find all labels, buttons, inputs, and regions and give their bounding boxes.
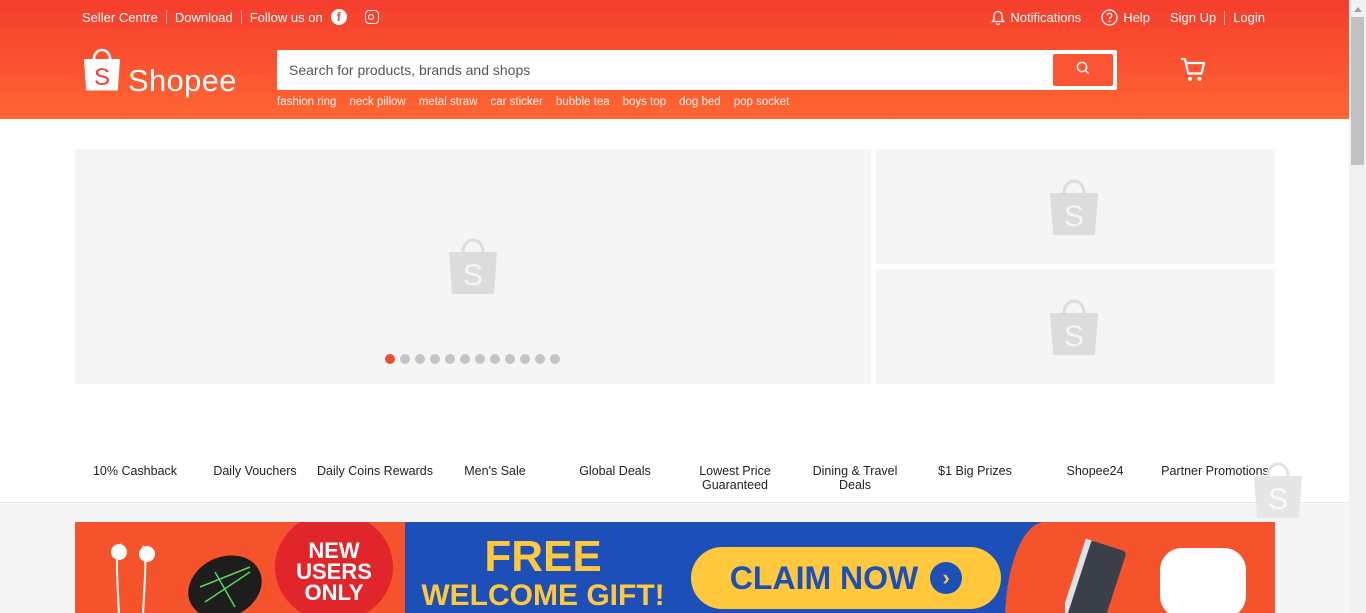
vertical-scrollbar[interactable] — [1349, 0, 1366, 613]
carousel-dot[interactable] — [490, 354, 500, 364]
notifications-link[interactable]: Notifications — [991, 10, 1081, 26]
quick-link-daily-coins[interactable]: Daily Coins Rewards — [315, 464, 435, 502]
new-users-badge: NEW USERS ONLY — [275, 522, 393, 613]
shopee-bag-icon: S — [446, 235, 500, 302]
divider — [240, 10, 242, 24]
help-label: Help — [1123, 10, 1150, 25]
svg-text:S: S — [94, 64, 110, 91]
carousel-dot[interactable] — [430, 354, 440, 364]
divider — [165, 10, 167, 24]
search-suggestion[interactable]: neck pillow — [349, 96, 405, 108]
follow-us-label: Follow us on — [249, 9, 323, 25]
facebook-icon[interactable]: f — [330, 9, 347, 25]
topbar-left: Seller Centre Download Follow us on f — [82, 9, 379, 25]
quick-link-cashback[interactable]: 10% Cashback — [75, 464, 195, 502]
search-button[interactable] — [1053, 54, 1113, 86]
login-link[interactable]: Login — [1233, 10, 1265, 25]
badge-line: USERS — [296, 558, 372, 584]
carousel-dots — [385, 354, 565, 364]
carousel-dot[interactable] — [400, 354, 410, 364]
search-suggestion[interactable]: pop socket — [734, 96, 790, 108]
shopee-logo[interactable]: S Shopee — [82, 47, 237, 98]
quick-link-global-deals[interactable]: Global Deals — [555, 464, 675, 502]
download-link[interactable]: Download — [175, 10, 233, 25]
earbuds-case-icon — [1157, 542, 1249, 613]
notifications-label: Notifications — [1010, 10, 1082, 25]
search-suggestions: fashion ring neck pillow metal straw car… — [277, 96, 802, 108]
quick-link-mens-sale[interactable]: Men's Sale — [435, 464, 555, 502]
topbar-right: Notifications Help Sign Up Login — [991, 9, 1265, 26]
seller-centre-link[interactable]: Seller Centre — [82, 10, 158, 25]
badge-line: ONLY — [304, 579, 364, 605]
new-user-promo-banner[interactable]: NEW USERS ONLY FREE WELCOME GIFT! CLAIM … — [75, 522, 1275, 613]
earphones-icon — [103, 534, 163, 613]
carousel-dot[interactable] — [505, 354, 515, 364]
carousel-dot[interactable] — [550, 354, 560, 364]
shopee-bag-icon: S — [1047, 176, 1101, 243]
claim-now-button[interactable]: CLAIM NOW › — [691, 547, 1001, 609]
scrollbar-thumb[interactable] — [1351, 17, 1364, 165]
chevron-right-icon: › — [930, 562, 963, 594]
quick-link-dining-travel[interactable]: Dining & Travel Deals — [795, 464, 915, 502]
search-input[interactable] — [277, 50, 1047, 90]
svg-text:S: S — [463, 259, 483, 292]
quick-links: 10% Cashback Daily Vouchers Daily Coins … — [75, 464, 1275, 502]
quick-link-big-prizes[interactable]: $1 Big Prizes — [915, 464, 1035, 502]
search-suggestion[interactable]: fashion ring — [277, 96, 336, 108]
svg-text:S: S — [1268, 483, 1288, 516]
search-suggestion[interactable]: dog bed — [679, 96, 721, 108]
carousel-dot[interactable] — [415, 354, 425, 364]
divider — [0, 502, 1349, 503]
shopee-bag-icon: S — [82, 47, 122, 98]
carousel-dot[interactable] — [520, 354, 530, 364]
cart-button[interactable] — [1180, 57, 1206, 88]
shopee-bag-icon: S — [1047, 296, 1101, 363]
claim-now-label: CLAIM NOW — [729, 559, 919, 596]
cart-icon — [1180, 57, 1206, 87]
side-banner-bottom[interactable]: S — [876, 269, 1275, 384]
shopee-bag-icon: S — [1251, 459, 1305, 526]
search-suggestion[interactable]: metal straw — [419, 96, 478, 108]
search-icon — [1076, 61, 1090, 80]
promo-subheadline: WELCOME GIFT! — [421, 579, 665, 612]
bell-icon — [991, 10, 1006, 26]
promo-headline: FREE — [484, 532, 602, 581]
gaming-mouse-icon — [175, 542, 275, 613]
carousel-dot[interactable] — [385, 354, 395, 364]
quick-link-lowest-price[interactable]: Lowest Price Guaranteed — [675, 464, 795, 502]
scroll-up-arrow-icon[interactable] — [1349, 0, 1366, 17]
help-icon — [1101, 9, 1118, 26]
badge-line: NEW — [308, 537, 360, 563]
carousel-dot[interactable] — [445, 354, 455, 364]
quick-link-daily-vouchers[interactable]: Daily Vouchers — [195, 464, 315, 502]
instagram-icon[interactable] — [355, 10, 379, 24]
search-suggestion[interactable]: bubble tea — [556, 96, 610, 108]
search-bar — [277, 50, 1117, 90]
main-carousel[interactable]: S — [75, 149, 871, 384]
search-suggestion[interactable]: boys top — [623, 96, 666, 108]
help-link[interactable]: Help — [1101, 9, 1150, 26]
sign-up-link[interactable]: Sign Up — [1170, 10, 1216, 25]
carousel-dot[interactable] — [460, 354, 470, 364]
divider — [1224, 10, 1226, 25]
svg-text:S: S — [1064, 320, 1084, 353]
power-bank-icon — [1061, 536, 1145, 613]
svg-text:S: S — [1064, 200, 1084, 233]
header: Seller Centre Download Follow us on f No… — [0, 0, 1349, 119]
carousel-dot[interactable] — [475, 354, 485, 364]
top-navbar: Seller Centre Download Follow us on f No… — [82, 0, 1265, 34]
quick-link-shopee24[interactable]: Shopee24 — [1035, 464, 1155, 502]
logo-text: Shopee — [128, 63, 237, 98]
side-banner-top[interactable]: S — [876, 149, 1275, 264]
carousel-dot[interactable] — [535, 354, 545, 364]
search-suggestion[interactable]: car sticker — [491, 96, 543, 108]
